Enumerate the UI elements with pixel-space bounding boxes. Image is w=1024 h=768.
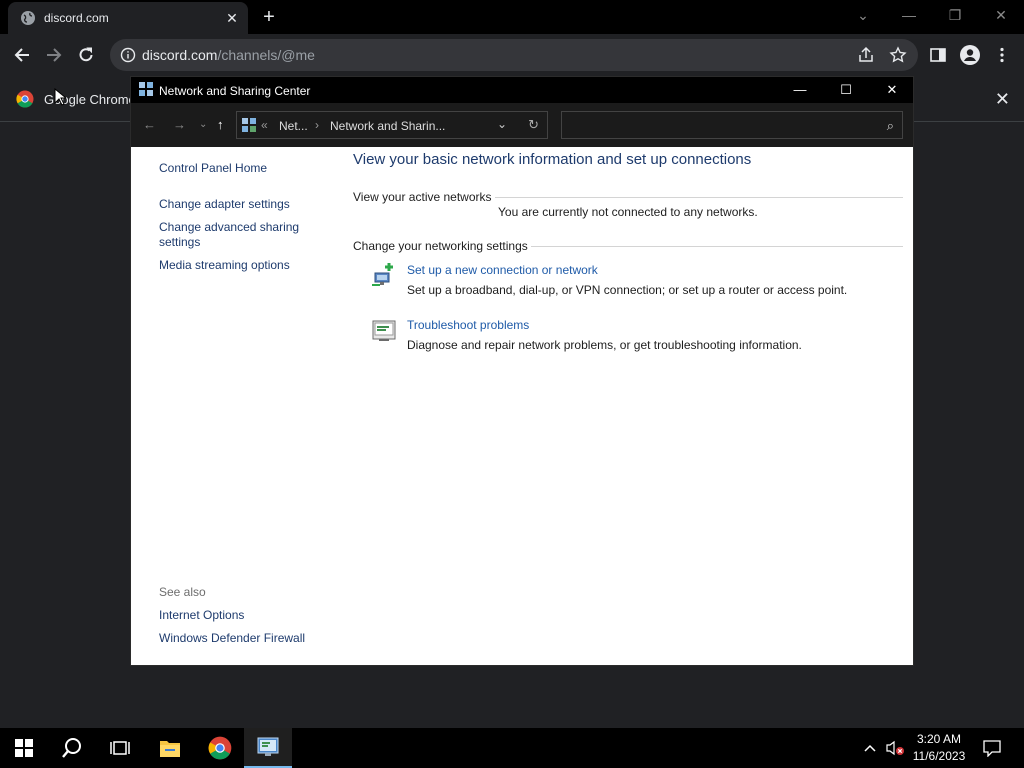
back-icon[interactable] — [10, 43, 34, 67]
tab-search-icon[interactable]: ⌄ — [840, 0, 886, 30]
window-title: Network and Sharing Center — [159, 84, 311, 98]
window-maximize-icon[interactable]: ☐ — [823, 77, 869, 103]
star-icon[interactable] — [886, 43, 910, 67]
notification-icon[interactable] — [978, 728, 1006, 768]
setup-connection-link[interactable]: Set up a new connection or network — [407, 263, 598, 277]
tab-close-icon[interactable]: ✕ — [224, 10, 240, 26]
mouse-cursor-icon — [54, 88, 66, 106]
breadcrumb-separator: › — [315, 118, 319, 132]
change-adapter-settings-link[interactable]: Change adapter settings — [159, 197, 290, 211]
browser-close-icon[interactable]: ✕ — [978, 0, 1024, 30]
setup-connection-description: Set up a broadband, dial-up, or VPN conn… — [407, 283, 848, 297]
active-networks-section: View your active networks — [353, 190, 903, 204]
troubleshoot-icon — [372, 320, 396, 341]
browser-tab-strip: discord.com ✕ + ⌄ — ❐ ✕ — [0, 0, 1024, 34]
chrome-taskbar-icon[interactable] — [196, 728, 244, 768]
url-path: /channels/@me — [217, 47, 315, 63]
change-advanced-sharing-link[interactable]: Change advanced sharing settings — [159, 220, 309, 250]
internet-options-link[interactable]: Internet Options — [159, 608, 244, 622]
control-panel-icon — [139, 82, 153, 96]
section-divider — [531, 246, 903, 247]
reload-icon[interactable] — [74, 43, 98, 67]
task-view-icon[interactable] — [96, 728, 144, 768]
control-panel-icon — [242, 118, 256, 132]
troubleshoot-link[interactable]: Troubleshoot problems — [407, 318, 529, 332]
system-clock[interactable]: 3:20 AM 11/6/2023 — [904, 731, 974, 765]
file-explorer-icon[interactable] — [146, 728, 194, 768]
nav-back-icon[interactable]: ← — [143, 117, 156, 133]
window-title-bar[interactable]: Network and Sharing Center — ☐ ✕ — [131, 77, 913, 103]
breadcrumb-overflow[interactable]: « — [261, 118, 268, 132]
globe-icon — [21, 11, 35, 25]
window-content: Control Panel Home Change adapter settin… — [131, 147, 913, 665]
troubleshoot-description: Diagnose and repair network problems, or… — [407, 338, 802, 352]
infobar-item[interactable]: Google Chrome — [16, 90, 136, 108]
breadcrumb-network[interactable]: Net... — [279, 119, 308, 133]
breadcrumb-current[interactable]: Network and Sharin... — [330, 119, 445, 133]
nav-up-icon[interactable]: ↑ — [217, 117, 224, 133]
volume-muted-icon[interactable] — [884, 728, 906, 768]
tab-title: discord.com — [44, 11, 109, 25]
taskbar: 3:20 AM 11/6/2023 — [0, 728, 1024, 768]
active-networks-label: View your active networks — [353, 190, 492, 204]
search-icon[interactable] — [48, 728, 96, 768]
windows-start-icon[interactable] — [0, 728, 48, 768]
new-tab-button[interactable]: + — [258, 6, 280, 28]
refresh-icon[interactable]: ↻ — [528, 117, 539, 133]
address-box[interactable]: « Net... › Network and Sharin... ⌄ ↻ — [236, 111, 548, 139]
search-icon: ⌕ — [886, 118, 894, 133]
nav-forward-icon[interactable]: → — [173, 117, 186, 133]
explorer-nav-bar: ← → ⌄ ↑ « Net... › Network and Sharin...… — [131, 103, 913, 147]
section-divider — [495, 197, 903, 198]
address-bar[interactable]: discord.com/channels/@me — [110, 39, 918, 71]
browser-minimize-icon[interactable]: — — [886, 0, 932, 30]
forward-icon[interactable] — [42, 43, 66, 67]
page-title: View your basic network information and … — [353, 151, 752, 168]
share-icon[interactable] — [854, 43, 878, 67]
info-icon[interactable] — [120, 47, 136, 63]
media-streaming-options-link[interactable]: Media streaming options — [159, 258, 290, 272]
clock-time: 3:20 AM — [916, 732, 962, 746]
infobar-close-icon[interactable]: ✕ — [995, 90, 1010, 108]
not-connected-text: You are currently not connected to any n… — [498, 205, 758, 219]
network-sharing-center-window: Network and Sharing Center — ☐ ✕ ← → ⌄ ↑… — [130, 76, 914, 666]
change-settings-label: Change your networking settings — [353, 239, 528, 253]
browser-restore-icon[interactable]: ❐ — [932, 0, 978, 30]
recent-locations-icon[interactable]: ⌄ — [199, 117, 207, 133]
control-panel-taskbar-icon[interactable] — [244, 728, 292, 768]
see-also-header: See also — [159, 585, 206, 599]
windows-defender-firewall-link[interactable]: Windows Defender Firewall — [159, 631, 305, 645]
address-dropdown-icon[interactable]: ⌄ — [497, 117, 507, 131]
url-text: discord.com/channels/@me — [142, 47, 315, 63]
networking-settings-section: Change your networking settings — [353, 239, 903, 253]
search-input[interactable]: ⌕ — [561, 111, 903, 139]
sidepanel-icon[interactable] — [926, 43, 950, 67]
browser-tab[interactable]: discord.com ✕ — [8, 2, 248, 34]
control-panel-home-link[interactable]: Control Panel Home — [159, 161, 267, 175]
browser-toolbar: discord.com/channels/@me — [0, 34, 1024, 76]
menu-icon[interactable] — [990, 43, 1014, 67]
chrome-icon — [16, 90, 34, 108]
clock-date: 11/6/2023 — [912, 749, 966, 763]
url-host: discord.com — [142, 47, 218, 63]
profile-icon[interactable] — [958, 43, 982, 67]
window-minimize-icon[interactable]: — — [777, 77, 823, 103]
network-setup-icon — [372, 263, 393, 286]
window-close-icon[interactable]: ✕ — [869, 77, 915, 103]
show-hidden-icons[interactable] — [858, 728, 882, 768]
